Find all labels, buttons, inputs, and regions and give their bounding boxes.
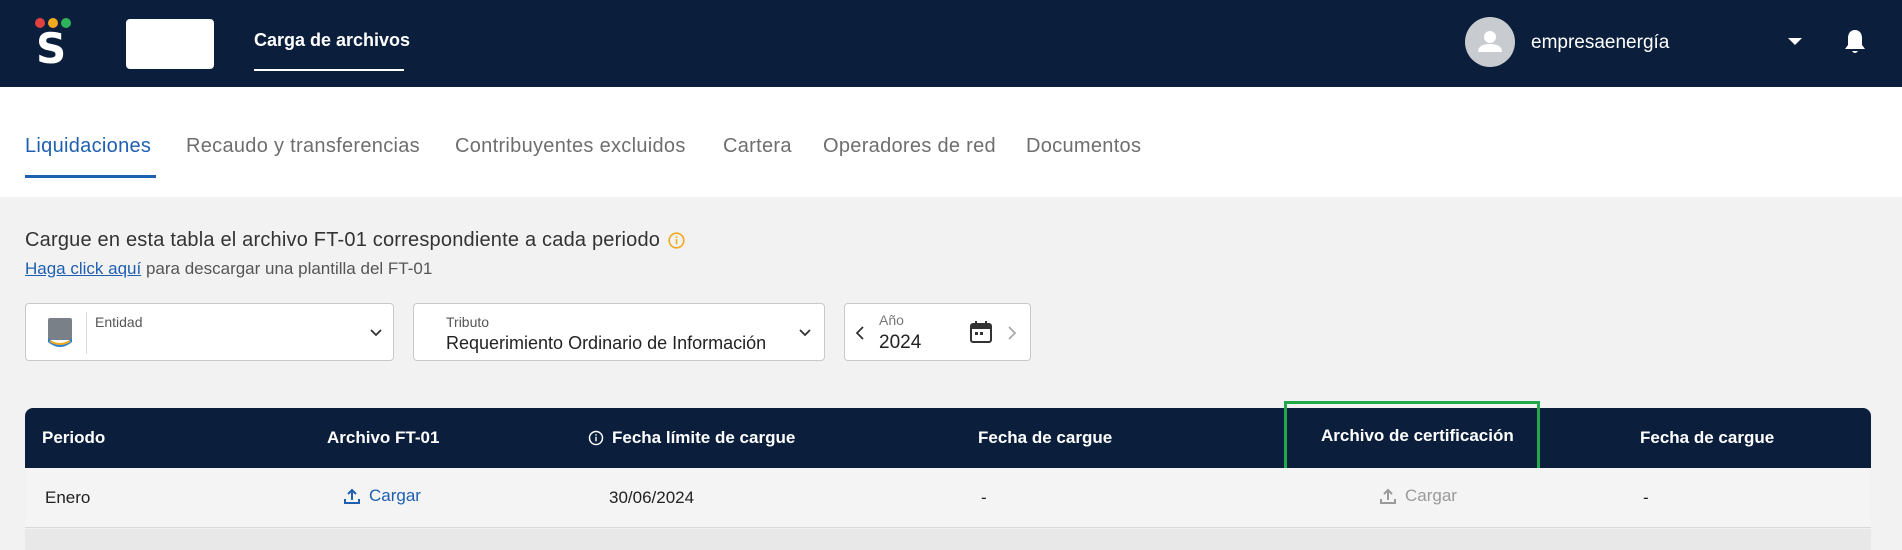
person-icon <box>1478 31 1502 52</box>
cell-fecha-cargue: - <box>981 488 987 507</box>
tributo-value: Requerimiento Ordinario de Información <box>446 333 767 353</box>
template-download-text: Haga click aquí para descargar una plant… <box>25 259 432 279</box>
tab-contribuyentes-excluidos[interactable]: Contribuyentes excluidos <box>455 135 686 158</box>
info-icon[interactable] <box>588 430 604 446</box>
notifications-bell-icon[interactable] <box>1843 28 1867 56</box>
app-logo[interactable]: S <box>34 18 74 73</box>
chevron-right-icon[interactable] <box>1007 325 1017 341</box>
anio-label: Año <box>879 312 904 328</box>
table-row: Enero Cargar 30/06/2024 - Cargar - <box>25 468 1871 528</box>
table-row <box>25 529 1871 550</box>
nav-carga-de-archivos[interactable]: Carga de archivos <box>254 30 410 51</box>
logo-s-glyph: S <box>36 24 67 73</box>
certificacion-highlight-box <box>1284 401 1540 472</box>
top-bar: S Carga de archivos empresaenergía <box>0 0 1902 87</box>
th-periodo: Periodo <box>42 428 106 447</box>
table-header: Periodo Archivo FT-01 Fecha límite de ca… <box>25 408 1871 468</box>
anio-picker[interactable]: Año 2024 <box>844 303 1031 361</box>
th-fecha-limite: Fecha límite de cargue <box>612 428 796 447</box>
cargar-ft01-button[interactable]: Cargar <box>343 486 421 506</box>
anio-value[interactable]: 2024 <box>879 332 921 354</box>
section-tabs: Liquidaciones Recaudo y transferencias C… <box>0 87 1902 197</box>
cell-periodo: Enero <box>45 488 91 507</box>
th-fecha-cargue-cert: Fecha de cargue <box>1640 428 1775 447</box>
entidad-label: Entidad <box>95 314 143 330</box>
entidad-select[interactable]: Entidad <box>25 303 394 361</box>
secondary-logo <box>126 19 214 69</box>
username-label[interactable]: empresaenergía <box>1531 32 1669 54</box>
upload-icon <box>1380 488 1396 504</box>
upload-icon <box>344 488 360 504</box>
entity-separator <box>86 312 87 354</box>
template-download-rest: para descargar una plantilla del FT-01 <box>141 259 433 278</box>
cell-fecha-limite: 30/06/2024 <box>609 488 695 507</box>
cargar-ft01-label: Cargar <box>369 486 421 505</box>
template-download-link[interactable]: Haga click aquí <box>25 259 141 278</box>
tab-liquidaciones[interactable]: Liquidaciones <box>25 135 151 158</box>
user-menu-caret-icon[interactable] <box>1788 38 1802 45</box>
active-tab-indicator <box>25 175 156 178</box>
cargar-certificacion-label: Cargar <box>1405 486 1457 505</box>
tributo-select[interactable]: Tributo Requerimiento Ordinario de Infor… <box>413 303 825 361</box>
chevron-down-icon[interactable] <box>369 328 383 337</box>
upload-instructions: Cargue en esta tabla el archivo FT-01 co… <box>25 229 661 251</box>
tab-recaudo-y-transferencias[interactable]: Recaudo y transferencias <box>186 135 420 158</box>
calendar-icon[interactable] <box>969 320 993 344</box>
tributo-label: Tributo <box>446 314 490 330</box>
tab-operadores-de-red[interactable]: Operadores de red <box>823 135 996 158</box>
chevron-left-icon[interactable] <box>855 325 865 341</box>
info-icon[interactable] <box>668 232 685 249</box>
chevron-down-icon[interactable] <box>798 328 812 337</box>
user-avatar[interactable] <box>1465 17 1515 67</box>
cell-fecha-cargue-cert: - <box>1643 488 1649 507</box>
tab-documentos[interactable]: Documentos <box>1026 135 1141 158</box>
tab-cartera[interactable]: Cartera <box>723 135 792 158</box>
entity-logo-icon <box>48 318 72 347</box>
nav-active-indicator <box>254 69 404 71</box>
cargar-certificacion-button[interactable]: Cargar <box>1379 486 1457 506</box>
th-archivo-ft01: Archivo FT-01 <box>327 428 440 447</box>
th-fecha-cargue: Fecha de cargue <box>978 428 1113 447</box>
